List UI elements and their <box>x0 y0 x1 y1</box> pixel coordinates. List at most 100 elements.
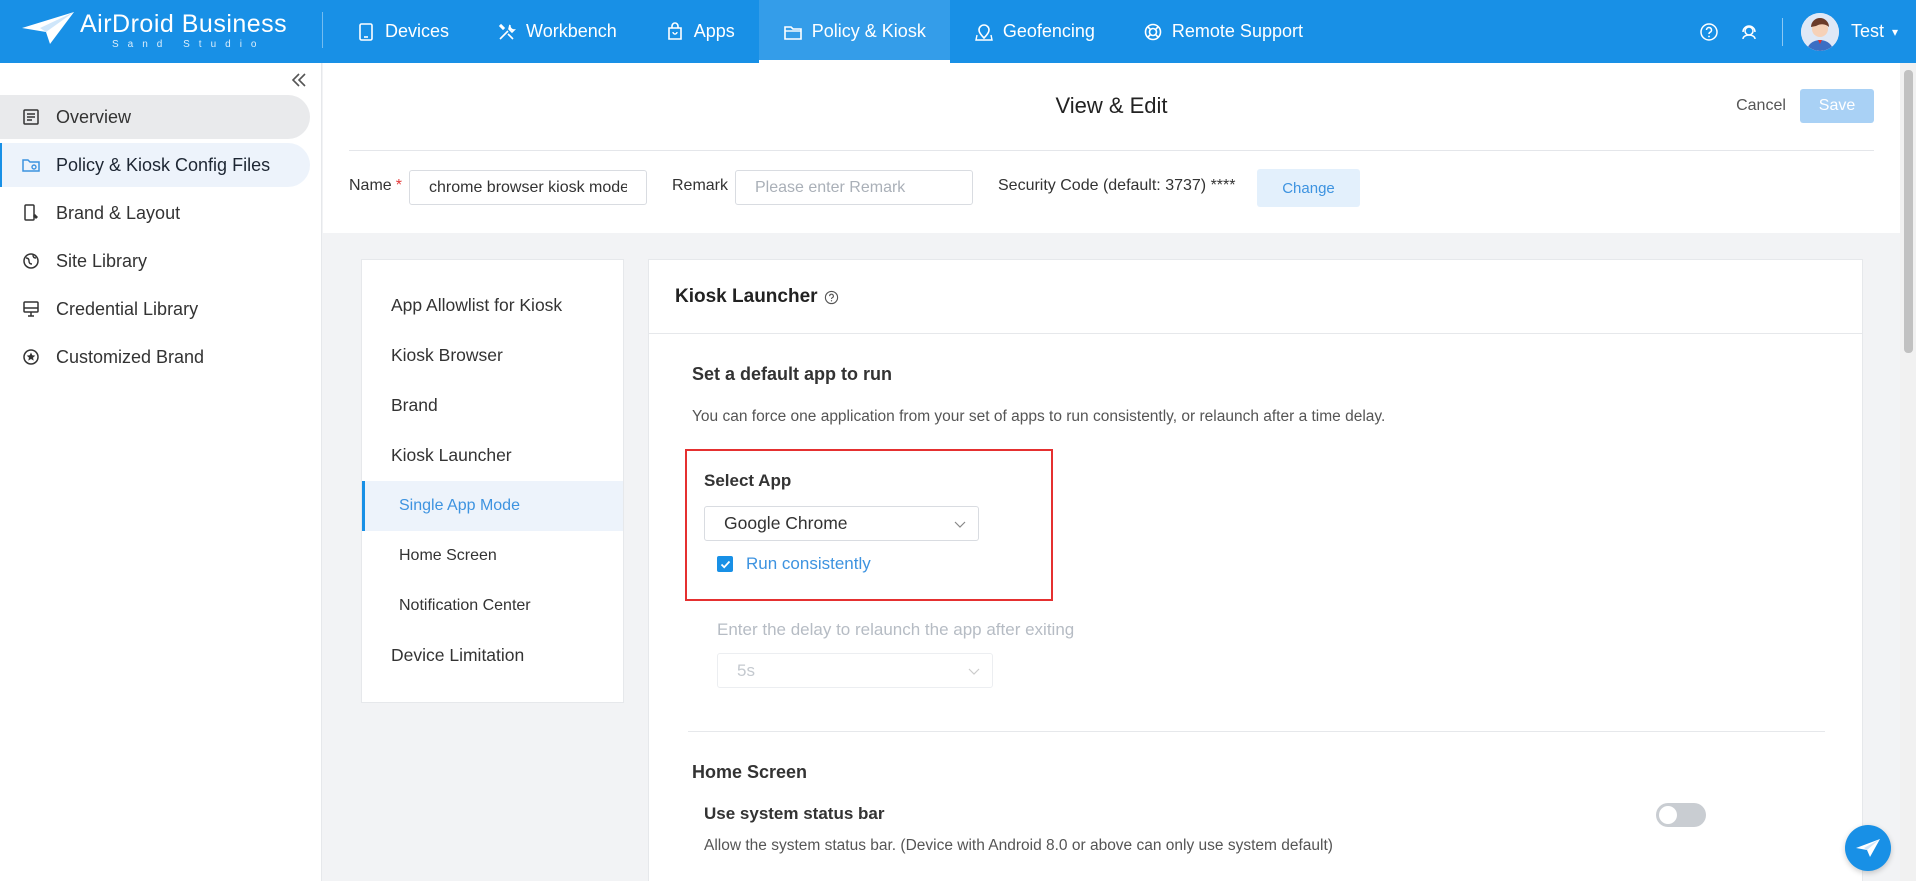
chevron-down-icon <box>968 668 980 675</box>
device-brush-icon <box>24 204 38 221</box>
sidebar-item-credential-library[interactable]: Credential Library <box>0 287 310 331</box>
run-consistently-checkbox[interactable]: Run consistently <box>717 554 871 574</box>
nav-policy-kiosk-label: Policy & Kiosk <box>811 21 926 41</box>
select-app-dropdown[interactable]: Google Chrome <box>704 506 979 541</box>
nav-workbench[interactable]: Workbench <box>473 0 641 63</box>
collapse-sidebar-icon[interactable] <box>288 69 310 91</box>
help-circle-icon[interactable] <box>824 290 839 305</box>
chevron-down-icon <box>954 521 966 528</box>
lifebuoy-icon <box>1144 23 1162 40</box>
policy-section-nav: App Allowlist for Kiosk Kiosk Browser Br… <box>361 259 624 703</box>
nav-geofencing-label: Geofencing <box>1002 21 1095 41</box>
nav-workbench-label: Workbench <box>526 21 617 41</box>
section-title-text: Kiosk Launcher <box>675 286 818 307</box>
home-screen-title: Home Screen <box>692 762 808 782</box>
folder-icon <box>783 25 802 40</box>
sidebar-item-brand-layout[interactable]: Brand & Layout <box>0 191 310 235</box>
monitor-icon <box>23 301 39 317</box>
sidebar-item-label: Credential Library <box>56 298 199 319</box>
nav-remote-support-label: Remote Support <box>1171 21 1303 41</box>
tools-icon <box>498 23 517 40</box>
nav-apps-label: Apps <box>693 21 735 41</box>
change-security-code-button[interactable]: Change <box>1257 169 1360 207</box>
sidebar-item-config-files[interactable]: Policy & Kiosk Config Files <box>0 143 310 187</box>
name-label-text: Name <box>349 177 392 194</box>
scrollbar-thumb[interactable] <box>1904 70 1913 353</box>
section-nav-kiosk-launcher[interactable]: Kiosk Launcher <box>362 430 623 480</box>
section-nav-single-app-mode[interactable]: Single App Mode <box>362 481 623 531</box>
name-input[interactable] <box>409 170 647 205</box>
floating-send-button[interactable] <box>1845 825 1891 871</box>
top-bar: AirDroid Business Sand Studio Devices Wo… <box>0 0 1916 63</box>
support-agent-icon[interactable] <box>1738 21 1760 43</box>
selected-app-value: Google Chrome <box>724 513 848 533</box>
nav-apps[interactable]: Apps <box>641 0 759 63</box>
relaunch-delay-value: 5s <box>737 660 755 680</box>
brand-name: AirDroid Business <box>80 10 288 38</box>
sidebar-item-overview[interactable]: Overview <box>0 95 310 139</box>
top-divider <box>1781 17 1783 46</box>
nav-devices-label: Devices <box>385 21 450 41</box>
document-icon <box>23 109 39 125</box>
edit-header: View & Edit Cancel Save Name* Remark Sec… <box>323 63 1900 233</box>
divider <box>349 150 1874 151</box>
section-nav-brand[interactable]: Brand <box>362 380 623 430</box>
default-app-title: Set a default app to run <box>692 364 893 384</box>
divider <box>688 731 1825 732</box>
kiosk-launcher-panel: Kiosk Launcher Set a default app to run … <box>648 259 1863 881</box>
toggle-knob <box>1659 806 1677 824</box>
status-bar-title: Use system status bar <box>704 804 885 823</box>
brand-logo[interactable]: AirDroid Business Sand Studio <box>20 8 300 54</box>
sidebar-item-label: Customized Brand <box>56 346 205 367</box>
user-avatar-icon <box>1800 12 1839 51</box>
checkbox-checked-icon <box>717 556 733 572</box>
folder-gear-icon <box>22 159 40 172</box>
relaunch-delay-dropdown[interactable]: 5s <box>717 653 993 688</box>
remark-input[interactable] <box>735 170 973 205</box>
nav-policy-kiosk[interactable]: Policy & Kiosk <box>758 0 950 63</box>
run-consistently-label: Run consistently <box>746 554 871 573</box>
sidebar-item-label: Brand & Layout <box>56 202 181 223</box>
save-button[interactable]: Save <box>1800 89 1874 123</box>
help-icon[interactable] <box>1698 21 1720 43</box>
status-bar-toggle[interactable] <box>1656 803 1706 827</box>
sidebar-item-label: Overview <box>56 106 132 127</box>
sidebar-item-customized-brand[interactable]: Customized Brand <box>0 335 310 379</box>
tablet-icon <box>359 22 373 41</box>
required-marker: * <box>395 177 402 194</box>
page-title: View & Edit <box>1055 93 1168 118</box>
section-nav-device-limitation[interactable]: Device Limitation <box>362 630 623 680</box>
nav-remote-support[interactable]: Remote Support <box>1119 0 1327 63</box>
bag-icon <box>667 21 682 40</box>
default-app-description: You can force one application from your … <box>692 408 1386 425</box>
section-nav-kiosk-browser[interactable]: Kiosk Browser <box>362 330 623 380</box>
paper-plane-logo-icon <box>22 12 74 44</box>
cancel-button[interactable]: Cancel <box>1723 89 1799 123</box>
status-bar-description: Allow the system status bar. (Device wit… <box>704 837 1333 854</box>
section-nav-home-screen[interactable]: Home Screen <box>362 531 623 581</box>
sidebar-item-label: Site Library <box>56 250 148 271</box>
relaunch-delay-label: Enter the delay to relaunch the app afte… <box>717 620 1075 639</box>
globe-icon <box>23 253 39 269</box>
brand-divider <box>322 12 323 48</box>
sidebar-item-site-library[interactable]: Site Library <box>0 239 310 283</box>
divider <box>649 333 1862 334</box>
select-app-label: Select App <box>704 471 792 490</box>
section-title: Kiosk Launcher <box>675 286 839 308</box>
brand-subtitle: Sand Studio <box>112 39 266 50</box>
sidebar-item-label: Policy & Kiosk Config Files <box>56 154 271 175</box>
sidebar: Overview Policy & Kiosk Config Files Bra… <box>0 63 322 881</box>
nav-devices[interactable]: Devices <box>332 0 473 63</box>
nav-geofencing[interactable]: Geofencing <box>950 0 1119 63</box>
star-circle-icon <box>23 349 39 365</box>
name-label: Name * <box>349 177 402 195</box>
paper-plane-icon <box>1856 839 1880 857</box>
top-right-tools: Test ▾ <box>1698 0 1916 63</box>
main-nav: Devices Workbench Apps Policy & Kiosk Ge… <box>332 0 1327 63</box>
remark-label: Remark <box>672 177 729 194</box>
avatar[interactable] <box>1800 12 1839 51</box>
section-nav-app-allowlist[interactable]: App Allowlist for Kiosk <box>362 280 623 330</box>
user-name[interactable]: Test <box>1851 21 1884 42</box>
section-nav-notification-center[interactable]: Notification Center <box>362 581 623 631</box>
chevron-down-icon[interactable]: ▾ <box>1892 25 1898 39</box>
